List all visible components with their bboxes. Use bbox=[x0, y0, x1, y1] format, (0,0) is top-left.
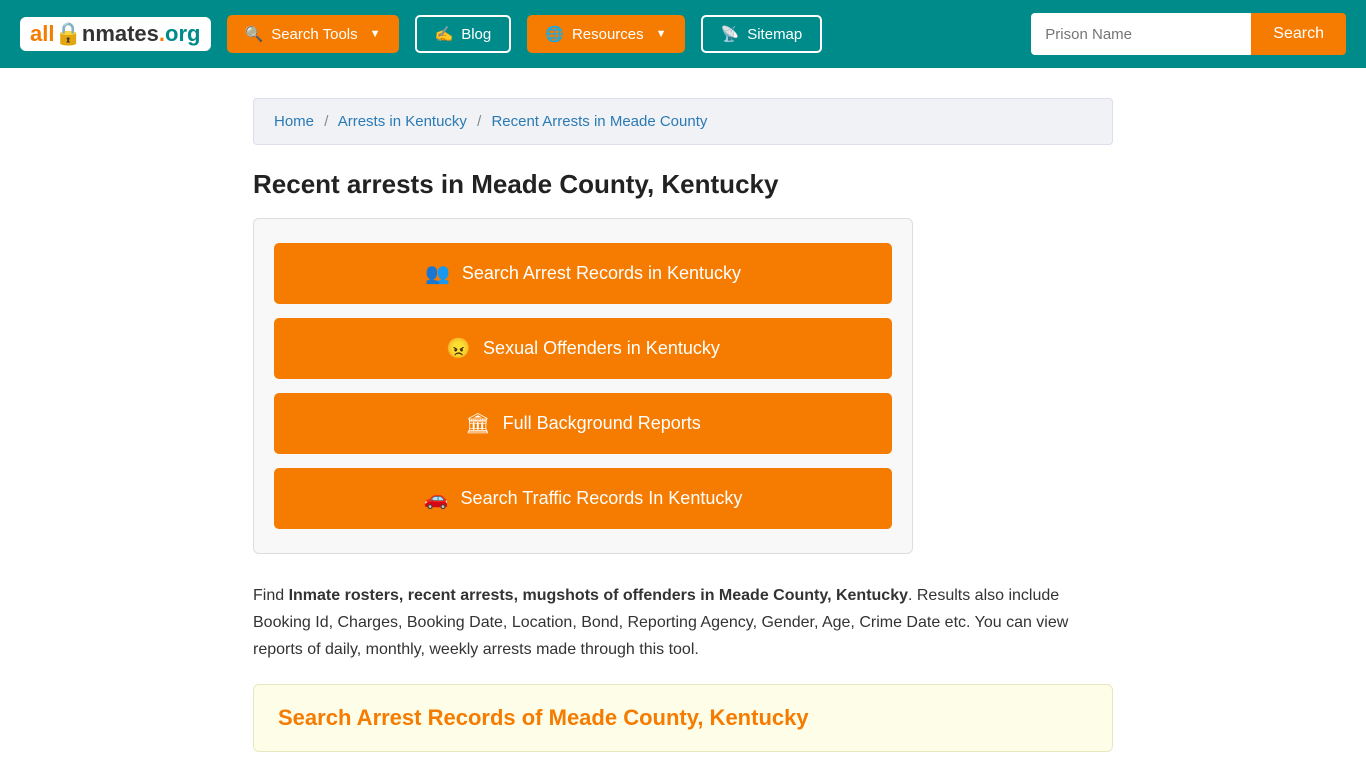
traffic-records-button[interactable]: 🚗 Search Traffic Records In Kentucky bbox=[274, 468, 892, 529]
background-reports-label: Full Background Reports bbox=[503, 413, 701, 434]
main-content: Home / Arrests in Kentucky / Recent Arre… bbox=[233, 98, 1133, 752]
nav-search-tools[interactable]: 🔍 Search Tools ▼ bbox=[227, 15, 399, 53]
nav-resources-label: Resources bbox=[572, 26, 644, 43]
breadcrumb-home[interactable]: Home bbox=[274, 113, 314, 130]
nav-search-tools-label: Search Tools bbox=[271, 26, 357, 43]
logo-inmates: nmates bbox=[82, 21, 159, 47]
background-reports-button[interactable]: 🏛 Full Background Reports bbox=[274, 393, 892, 454]
header-search-button[interactable]: Search bbox=[1251, 13, 1346, 55]
car-icon: 🚗 bbox=[424, 486, 449, 511]
header-search-label: Search bbox=[1273, 25, 1324, 42]
people-icon: 👥 bbox=[425, 261, 450, 286]
sitemap-icon: 📡 bbox=[721, 25, 740, 43]
sexual-offenders-button[interactable]: 😠 Sexual Offenders in Kentucky bbox=[274, 318, 892, 379]
nav-blog[interactable]: ✍ Blog bbox=[415, 15, 512, 53]
breadcrumb-sep-2: / bbox=[477, 113, 481, 130]
nav-sitemap[interactable]: 📡 Sitemap bbox=[701, 15, 823, 53]
chevron-down-icon-2: ▼ bbox=[656, 28, 667, 40]
description-paragraph: Find Inmate rosters, recent arrests, mug… bbox=[253, 582, 1113, 664]
site-header: all🔒nmates.org 🔍 Search Tools ▼ ✍ Blog 🌐… bbox=[0, 0, 1366, 68]
resources-icon: 🌐 bbox=[545, 25, 564, 43]
search-arrest-button[interactable]: 👥 Search Arrest Records in Kentucky bbox=[274, 243, 892, 304]
breadcrumb-arrests-ky[interactable]: Arrests in Kentucky bbox=[338, 113, 467, 130]
building-icon: 🏛 bbox=[465, 411, 490, 436]
arrest-search-title: Search Arrest Records of Meade County, K… bbox=[278, 705, 1088, 731]
header-search-form: Search bbox=[1031, 13, 1346, 55]
site-logo[interactable]: all🔒nmates.org bbox=[20, 17, 211, 51]
nav-resources[interactable]: 🌐 Resources ▼ bbox=[527, 15, 684, 53]
prison-name-input[interactable] bbox=[1031, 13, 1251, 55]
description-bold: Inmate rosters, recent arrests, mugshots… bbox=[289, 587, 908, 604]
search-arrest-label: Search Arrest Records in Kentucky bbox=[462, 263, 741, 284]
logo-all: all bbox=[30, 21, 54, 47]
nav-sitemap-label: Sitemap bbox=[747, 26, 802, 43]
arrest-search-section: Search Arrest Records of Meade County, K… bbox=[253, 684, 1113, 752]
logo-org: org bbox=[165, 21, 200, 47]
offender-icon: 😠 bbox=[446, 336, 471, 361]
description-prefix: Find bbox=[253, 587, 289, 604]
page-title: Recent arrests in Meade County, Kentucky bbox=[253, 169, 1113, 200]
traffic-records-label: Search Traffic Records In Kentucky bbox=[461, 488, 743, 509]
search-tools-icon: 🔍 bbox=[245, 25, 264, 43]
blog-icon: ✍ bbox=[435, 25, 454, 43]
breadcrumb-current: Recent Arrests in Meade County bbox=[491, 113, 707, 130]
logo-icon: 🔒 bbox=[54, 21, 81, 47]
breadcrumb-sep-1: / bbox=[324, 113, 328, 130]
nav-blog-label: Blog bbox=[461, 26, 491, 43]
chevron-down-icon: ▼ bbox=[370, 28, 381, 40]
action-buttons-card: 👥 Search Arrest Records in Kentucky 😠 Se… bbox=[253, 218, 913, 554]
sexual-offenders-label: Sexual Offenders in Kentucky bbox=[483, 338, 720, 359]
breadcrumb: Home / Arrests in Kentucky / Recent Arre… bbox=[253, 98, 1113, 145]
